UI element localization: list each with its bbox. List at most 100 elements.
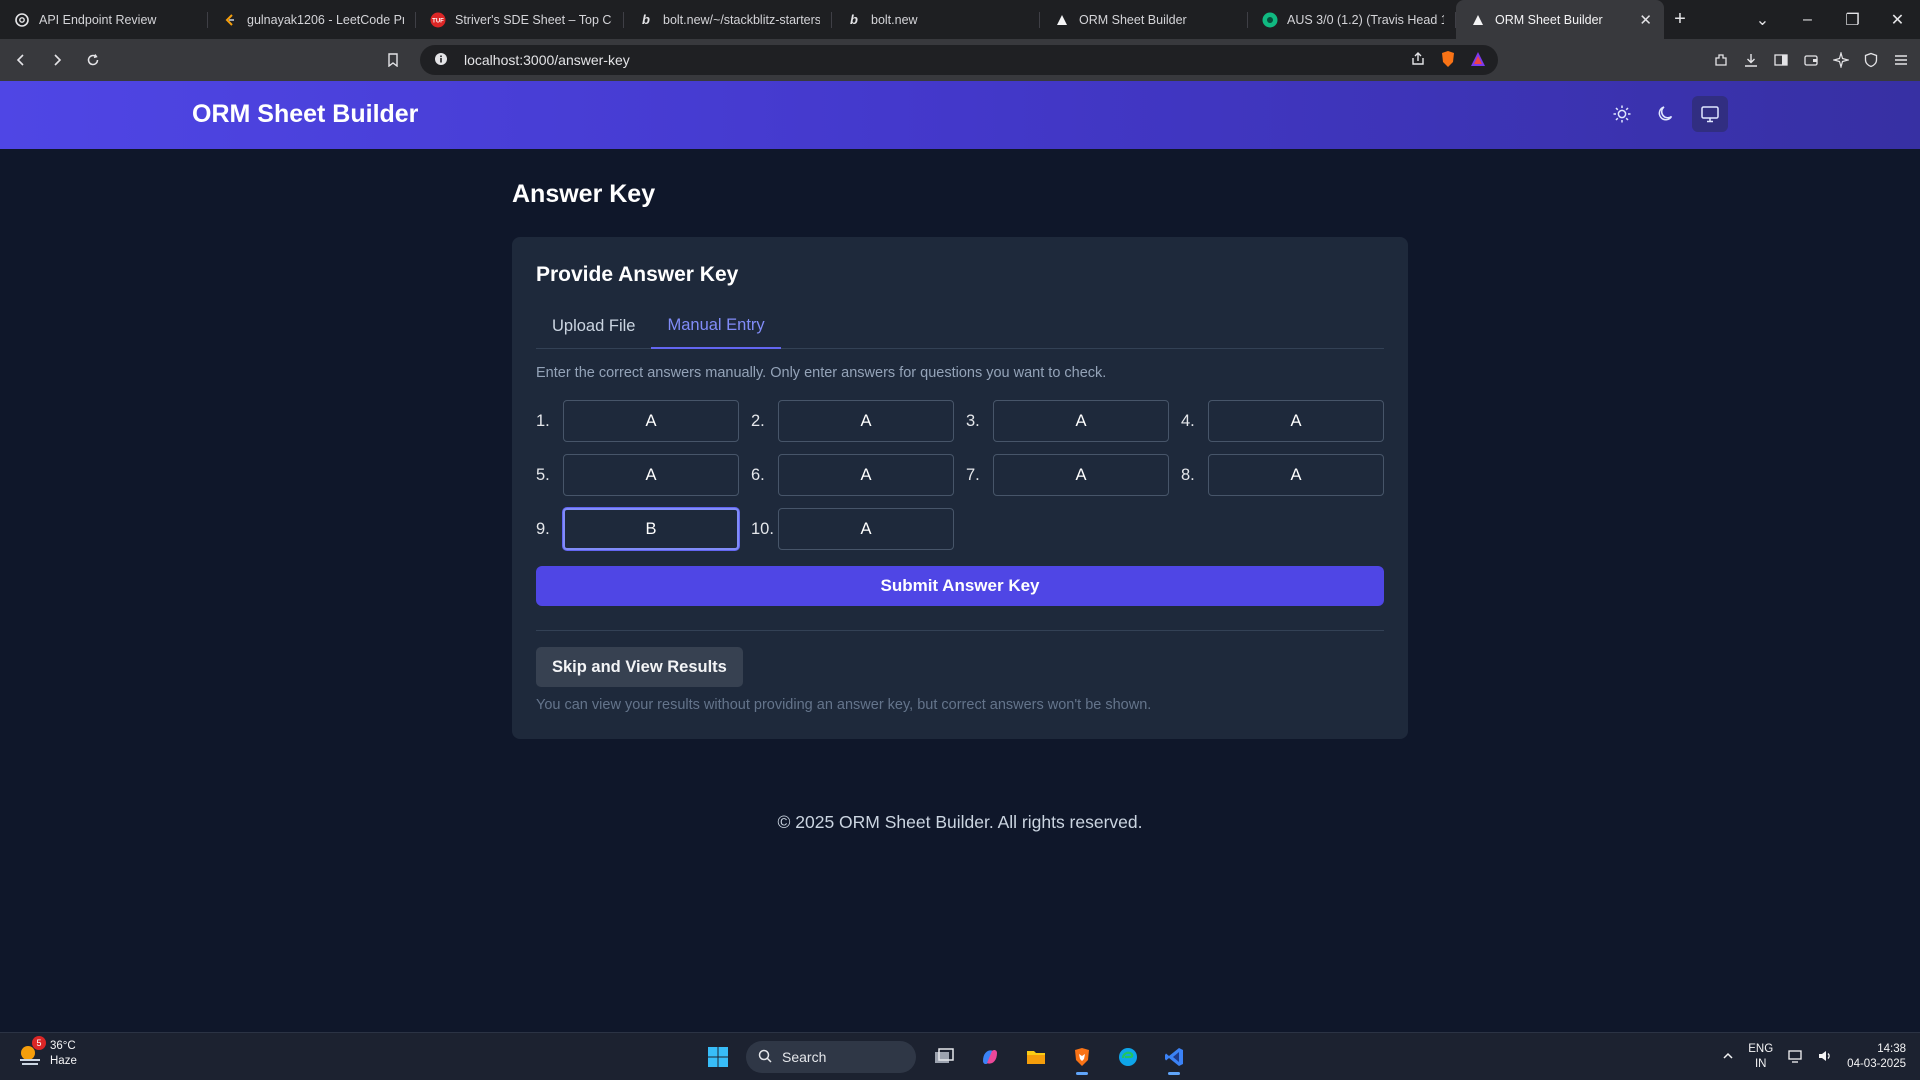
- share-icon[interactable]: [1410, 51, 1426, 70]
- vercel-triangle-icon: [1470, 12, 1486, 28]
- answer-input[interactable]: [1208, 454, 1384, 496]
- clock[interactable]: 14:38 04-03-2025: [1847, 1042, 1906, 1072]
- answer-grid: 1. 2. 3. 4. 5. 6. 7. 8.: [536, 400, 1384, 550]
- question-number: 7.: [966, 465, 980, 484]
- network-icon[interactable]: [1787, 1048, 1803, 1067]
- answer-input[interactable]: [778, 508, 954, 550]
- question-number: 3.: [966, 411, 980, 430]
- submit-answer-key-button[interactable]: Submit Answer Key: [536, 566, 1384, 606]
- answer-input[interactable]: [563, 400, 739, 442]
- answer-input[interactable]: [778, 400, 954, 442]
- sidebar-icon[interactable]: [1772, 51, 1790, 69]
- tab-manual-entry[interactable]: Manual Entry: [651, 303, 781, 349]
- taskbar-search[interactable]: Search: [746, 1041, 916, 1073]
- file-explorer-icon[interactable]: [1018, 1039, 1054, 1075]
- volume-icon[interactable]: [1817, 1048, 1833, 1067]
- answer-row: 8.: [1181, 454, 1384, 496]
- tab-title: API Endpoint Review: [39, 12, 157, 27]
- tab-title: ORM Sheet Builder: [1079, 12, 1187, 27]
- browser-tab[interactable]: ORM Sheet Builder: [1040, 0, 1248, 39]
- openai-icon: [14, 12, 30, 28]
- copilot-icon[interactable]: [972, 1039, 1008, 1075]
- edge-browser-icon[interactable]: [1110, 1039, 1146, 1075]
- forward-icon[interactable]: [42, 45, 72, 75]
- new-tab-icon[interactable]: +: [1664, 8, 1696, 31]
- answer-input[interactable]: [993, 400, 1169, 442]
- vscode-icon[interactable]: [1156, 1039, 1192, 1075]
- question-number: 4.: [1181, 411, 1195, 430]
- browser-tab[interactable]: TUF Striver's SDE Sheet – Top Codi: [416, 0, 624, 39]
- bolt-icon: b: [850, 12, 858, 27]
- answer-row: 9.: [536, 508, 739, 550]
- answer-row: 6.: [751, 454, 954, 496]
- divider: [536, 630, 1384, 631]
- weather-desc: Haze: [50, 1055, 77, 1067]
- browser-tab[interactable]: b bolt.new: [832, 0, 1040, 39]
- browser-tab-active[interactable]: ORM Sheet Builder ✕: [1456, 0, 1664, 39]
- extensions-icon[interactable]: [1712, 51, 1730, 69]
- minimize-icon[interactable]: –: [1785, 11, 1830, 29]
- vpn-icon[interactable]: [1862, 51, 1880, 69]
- answer-input-focused[interactable]: [563, 508, 739, 550]
- address-bar[interactable]: localhost:3000/answer-key: [420, 45, 1498, 75]
- brave-shield-icon[interactable]: [1440, 50, 1456, 71]
- card-title: Provide Answer Key: [536, 263, 739, 286]
- system-mode-icon[interactable]: [1692, 96, 1728, 132]
- browser-tab[interactable]: b bolt.new/~/stackblitz-starters-: [624, 0, 832, 39]
- answer-row: 10.: [751, 508, 954, 550]
- footer-copyright: © 2025 ORM Sheet Builder. All rights res…: [777, 812, 1143, 832]
- back-icon[interactable]: [6, 45, 36, 75]
- manual-entry-hint: Enter the correct answers manually. Only…: [536, 365, 1107, 381]
- download-icon[interactable]: [1742, 51, 1760, 69]
- reload-icon[interactable]: [78, 45, 108, 75]
- dark-mode-icon[interactable]: [1648, 96, 1684, 132]
- restore-icon[interactable]: ❐: [1830, 10, 1875, 30]
- search-label: Search: [782, 1049, 827, 1065]
- windows-taskbar: 5 36°C Haze Search ENG IN 14:38 04-03-20…: [0, 1032, 1920, 1080]
- tab-title: bolt.new: [871, 12, 918, 27]
- weather-widget[interactable]: 5 36°C Haze: [16, 1036, 77, 1069]
- answer-row: 5.: [536, 454, 739, 496]
- brave-rewards-icon[interactable]: [1470, 51, 1486, 70]
- vercel-triangle-icon: [1054, 12, 1070, 28]
- brave-browser-icon[interactable]: [1064, 1039, 1100, 1075]
- wallet-icon[interactable]: [1802, 51, 1820, 69]
- taskbar-apps: Search: [700, 1039, 1192, 1075]
- light-mode-icon[interactable]: [1604, 96, 1640, 132]
- browser-tab[interactable]: AUS 3/0 (1.2) (Travis Head 1(5: [1248, 0, 1456, 39]
- chevron-up-icon[interactable]: [1722, 1050, 1734, 1065]
- question-number: 6.: [751, 465, 765, 484]
- site-info-icon[interactable]: [434, 52, 448, 69]
- menu-icon[interactable]: [1892, 51, 1910, 69]
- close-tab-icon[interactable]: ✕: [1639, 11, 1652, 29]
- question-number: 8.: [1181, 465, 1195, 484]
- bookmark-icon[interactable]: [378, 45, 408, 75]
- answer-input[interactable]: [993, 454, 1169, 496]
- browser-tab[interactable]: API Endpoint Review: [0, 0, 208, 39]
- system-tray: ENG IN 14:38 04-03-2025: [1722, 1039, 1906, 1075]
- cricket-icon: [1262, 12, 1278, 28]
- tab-title: bolt.new/~/stackblitz-starters-: [663, 12, 820, 27]
- clock-date: 04-03-2025: [1847, 1058, 1906, 1070]
- language-indicator[interactable]: ENG IN: [1748, 1042, 1773, 1072]
- skip-view-results-button[interactable]: Skip and View Results: [536, 647, 743, 687]
- question-number: 9.: [536, 519, 550, 538]
- tab-upload-file[interactable]: Upload File: [536, 303, 651, 349]
- task-view-icon[interactable]: [926, 1039, 962, 1075]
- brand-title[interactable]: ORM Sheet Builder: [192, 100, 418, 129]
- answer-input[interactable]: [563, 454, 739, 496]
- browser-tab[interactable]: gulnayak1206 - LeetCode Prof: [208, 0, 416, 39]
- weather-badge: 5: [32, 1036, 46, 1050]
- window-close-icon[interactable]: ✕: [1875, 10, 1920, 30]
- answer-input[interactable]: [1208, 400, 1384, 442]
- svg-text:TUF: TUF: [432, 18, 444, 24]
- question-number: 5.: [536, 465, 550, 484]
- clock-time: 14:38: [1877, 1043, 1906, 1055]
- language-code: ENG: [1748, 1043, 1774, 1055]
- tab-title: Striver's SDE Sheet – Top Codi: [455, 12, 612, 27]
- answer-input[interactable]: [778, 454, 954, 496]
- windows-start-icon[interactable]: [700, 1039, 736, 1075]
- tab-title: AUS 3/0 (1.2) (Travis Head 1(5: [1287, 12, 1444, 27]
- leo-ai-icon[interactable]: [1832, 51, 1850, 69]
- tab-search-icon[interactable]: ⌄: [1740, 10, 1785, 30]
